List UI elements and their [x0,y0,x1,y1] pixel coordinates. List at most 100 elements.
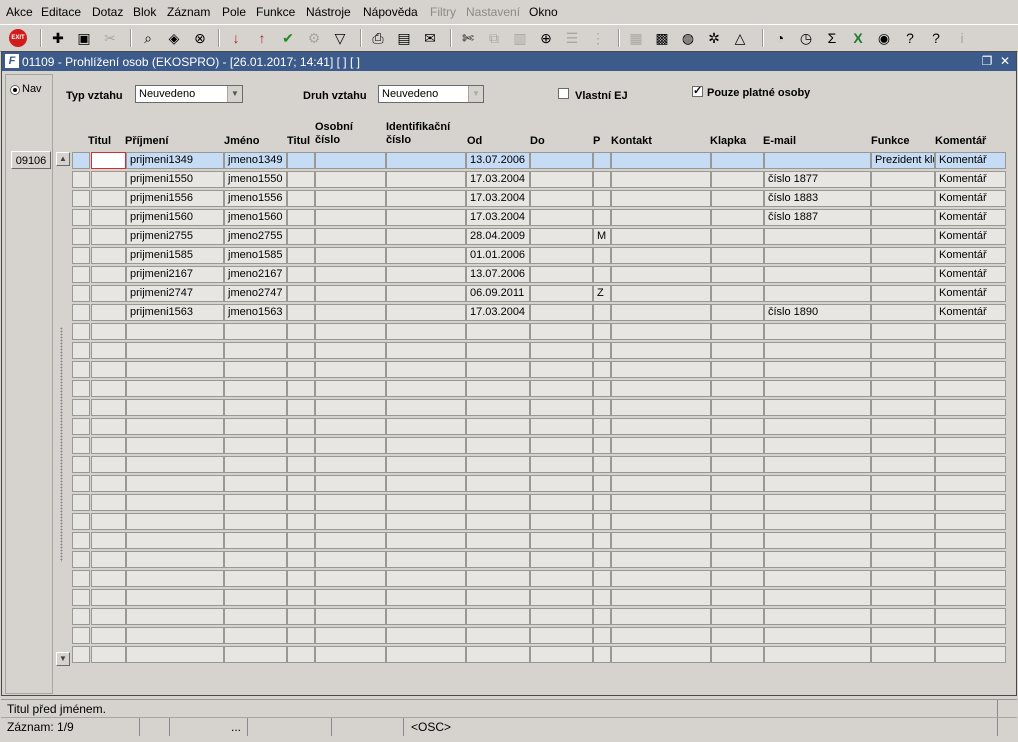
table-cell[interactable] [126,342,224,359]
table-cell[interactable] [315,456,386,473]
table-cell[interactable] [935,608,1006,625]
table-cell[interactable]: prijmeni1560 [126,209,224,226]
sum-icon[interactable]: Σ [822,28,842,48]
table-cell[interactable] [764,551,871,568]
table-cell[interactable]: M [593,228,611,245]
table-cell[interactable] [386,608,466,625]
table-cell[interactable] [287,323,315,340]
table-cell[interactable] [764,627,871,644]
table-cell[interactable] [91,361,126,378]
table-cell[interactable] [466,342,530,359]
table-cell[interactable] [764,646,871,663]
table-cell[interactable]: číslo 1883 [764,190,871,207]
table-cell[interactable] [386,342,466,359]
table-cell[interactable] [530,323,593,340]
table-cell[interactable] [466,551,530,568]
table-cell[interactable]: 13.07.2006 [466,152,530,169]
table-cell[interactable]: jmeno2747 [224,285,287,302]
table-cell[interactable] [935,589,1006,606]
table-cell[interactable] [466,361,530,378]
table-cell[interactable] [530,608,593,625]
table-cell[interactable] [91,190,126,207]
table-cell[interactable] [91,247,126,264]
table-cell[interactable] [871,646,935,663]
table-cell[interactable]: Komentář [935,190,1006,207]
report-icon[interactable]: ▤ [394,28,414,48]
table-cell[interactable] [935,532,1006,549]
table-cell[interactable] [611,589,711,606]
scroll-track[interactable] [60,327,63,562]
table-cell[interactable] [287,627,315,644]
table-cell[interactable] [611,323,711,340]
filter-icon[interactable]: ▽ [330,28,350,48]
table-cell[interactable] [764,418,871,435]
table-cell[interactable] [530,152,593,169]
table-cell[interactable] [764,285,871,302]
table-cell[interactable] [871,361,935,378]
row-selector[interactable] [72,190,90,207]
table-cell[interactable] [871,608,935,625]
table-cell[interactable] [315,532,386,549]
table-cell[interactable]: Z [593,285,611,302]
table-cell[interactable] [764,152,871,169]
table-cell[interactable]: 28.04.2009 [466,228,530,245]
table-cell[interactable] [871,304,935,321]
table-cell[interactable] [871,342,935,359]
table-cell[interactable] [711,513,764,530]
table-cell[interactable] [935,361,1006,378]
table-cell[interactable] [593,513,611,530]
table-cell[interactable]: prijmeni1349 [126,152,224,169]
table-cell[interactable] [711,608,764,625]
table-cell[interactable] [91,152,126,169]
table-cell[interactable]: prijmeni1550 [126,171,224,188]
table-cell[interactable] [315,190,386,207]
row-selector[interactable] [72,171,90,188]
table-cell[interactable] [593,380,611,397]
table-cell[interactable] [935,418,1006,435]
table-cell[interactable] [91,418,126,435]
table-cell[interactable] [530,532,593,549]
accept-icon[interactable]: ✔ [278,28,298,48]
scroll-down-icon[interactable]: ▼ [56,652,70,666]
info-icon[interactable]: i [952,28,972,48]
table-cell[interactable] [871,285,935,302]
table-cell[interactable] [593,475,611,492]
table-cell[interactable] [224,494,287,511]
table-cell[interactable] [126,513,224,530]
web-icon[interactable]: ◉ [874,28,894,48]
table-cell[interactable] [611,513,711,530]
table-cell[interactable] [764,437,871,454]
table-cell[interactable] [871,266,935,283]
table-cell[interactable] [386,266,466,283]
tools-icon[interactable]: ⚙ [304,28,324,48]
row-selector[interactable] [72,513,90,530]
table-cell[interactable] [530,171,593,188]
table-cell[interactable] [871,437,935,454]
chart-icon[interactable]: ◔ [770,28,790,48]
calculator-icon[interactable]: ▩ [652,28,672,48]
table-cell[interactable]: Komentář [935,285,1006,302]
table-cell[interactable]: prijmeni2747 [126,285,224,302]
table-cell[interactable] [593,247,611,264]
table-cell[interactable] [315,627,386,644]
table-cell[interactable] [386,513,466,530]
table-cell[interactable] [91,171,126,188]
table-cell[interactable] [91,494,126,511]
table-cell[interactable] [711,285,764,302]
table-cell[interactable] [91,342,126,359]
table-cell[interactable]: 17.03.2004 [466,304,530,321]
table-cell[interactable] [871,475,935,492]
table-cell[interactable] [530,304,593,321]
table-cell[interactable] [466,513,530,530]
table-cell[interactable] [593,494,611,511]
table-cell[interactable] [593,209,611,226]
table-cell[interactable] [593,361,611,378]
table-cell[interactable] [764,589,871,606]
table-cell[interactable] [126,551,224,568]
table-cell[interactable] [287,152,315,169]
table-cell[interactable] [126,399,224,416]
table-cell[interactable] [871,551,935,568]
table-cell[interactable] [287,437,315,454]
table-cell[interactable]: Komentář [935,304,1006,321]
table-cell[interactable] [764,323,871,340]
